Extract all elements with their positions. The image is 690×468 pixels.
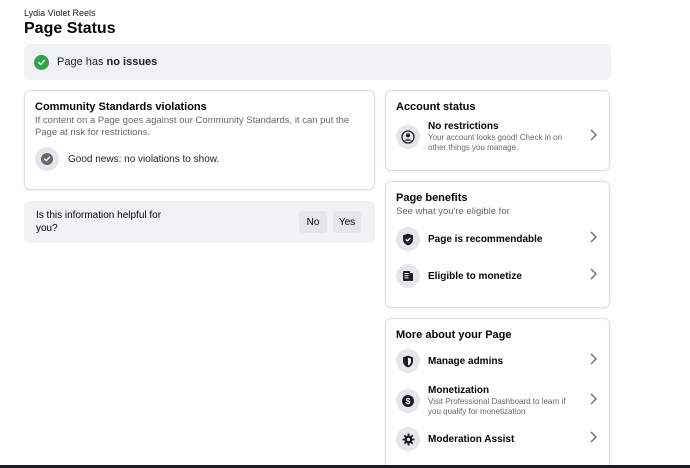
status-banner: Page has no issues [24,44,611,80]
chevron-right-icon [590,430,597,448]
chevron-right-icon [590,128,597,146]
benefit-label: Page is recommendable [428,233,543,245]
benefit-label: Eligible to monetize [428,270,522,282]
profile-icon [396,125,420,149]
no-restrictions-row[interactable]: No restrictions Your account looks good!… [396,121,599,153]
shield-check-icon [396,227,420,251]
helpful-question: Is this information helpful for you? [36,210,162,234]
chevron-right-icon [590,392,597,410]
benefit-item-monetize[interactable]: Eligible to monetize [396,264,599,288]
benefit-item-recommendable[interactable]: Page is recommendable [396,227,599,251]
yes-button[interactable]: Yes [333,211,361,233]
more-item-monetization[interactable]: $ Monetization Visit Professional Dashbo… [396,385,599,417]
good-news-text: Good news: no violations to show. [68,153,220,165]
gear-icon [396,427,420,451]
violations-description: If content on a Page goes against our Co… [35,115,350,138]
page-benefits-card: Page benefits See what you're eligible f… [385,181,610,308]
more-about-page-card: More about your Page Manage admins $ Mon… [385,318,610,468]
no-button[interactable]: No [299,211,327,233]
svg-text:$: $ [406,396,411,406]
check-icon [35,147,59,171]
status-text: Page has no issues [57,56,158,68]
no-restrictions-desc: Your account looks good! Check in on oth… [428,133,563,152]
more-item-desc: Visit Professional Dashboard to learn if… [428,397,566,416]
chevron-right-icon [590,230,597,248]
violations-card: Community Standards violations If conten… [24,90,375,190]
more-item-label: Monetization [428,385,490,396]
chevron-right-icon [590,267,597,285]
status-emphasis: no issues [106,56,158,68]
page-name: Lydia Violet Reels [24,8,96,18]
more-item-label: Moderation Assist [428,433,515,445]
chevron-right-icon [590,352,597,370]
account-status-title: Account status [396,101,476,113]
no-restrictions-title: No restrictions [428,121,499,132]
dollar-icon: $ [396,389,420,413]
account-status-card: Account status No restrictions Your acco… [385,90,610,171]
check-circle-icon [34,54,49,70]
document-icon [396,264,420,288]
page-benefits-subtitle: See what you're eligible for [396,206,510,217]
helpful-box: Is this information helpful for you? No … [24,201,375,243]
shield-icon [396,349,420,373]
more-item-manage-admins[interactable]: Manage admins [396,349,599,373]
more-item-moderation-assist[interactable]: Moderation Assist [396,427,599,451]
more-about-title: More about your Page [396,329,512,341]
page-benefits-title: Page benefits [396,192,468,204]
good-news-row: Good news: no violations to show. [35,147,364,171]
violations-title: Community Standards violations [35,101,207,113]
page-title: Page Status [24,20,116,37]
more-item-label: Manage admins [428,355,504,367]
